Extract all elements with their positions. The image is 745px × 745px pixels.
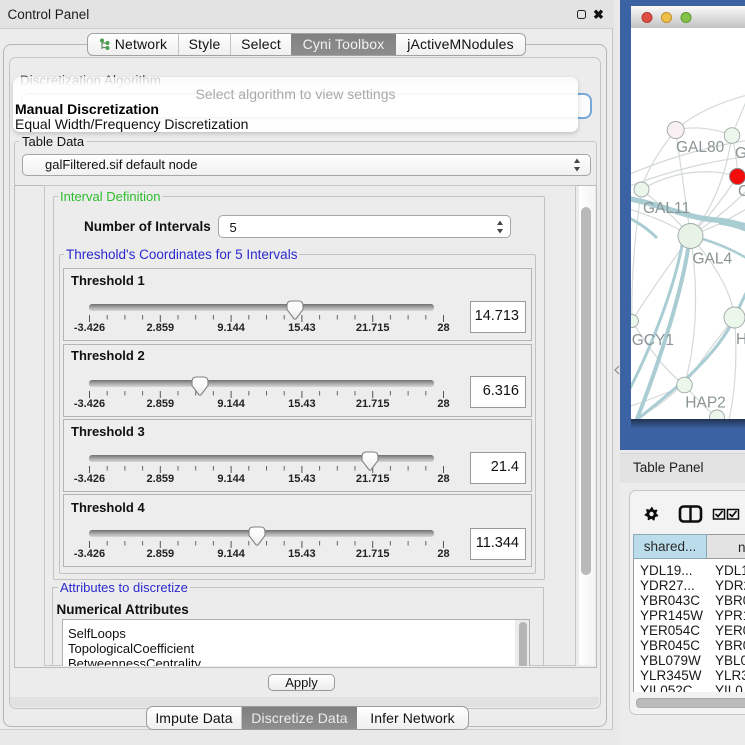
svg-text:HAP2: HAP2 bbox=[685, 395, 726, 412]
svg-text:GA: GA bbox=[735, 145, 745, 162]
svg-text:GAL11: GAL11 bbox=[643, 200, 690, 217]
svg-text:GAL80: GAL80 bbox=[676, 139, 725, 156]
svg-text:C: C bbox=[738, 183, 745, 200]
svg-text:GCY1: GCY1 bbox=[632, 332, 674, 349]
svg-text:H: H bbox=[736, 331, 745, 348]
svg-text:GAL4: GAL4 bbox=[693, 251, 733, 268]
